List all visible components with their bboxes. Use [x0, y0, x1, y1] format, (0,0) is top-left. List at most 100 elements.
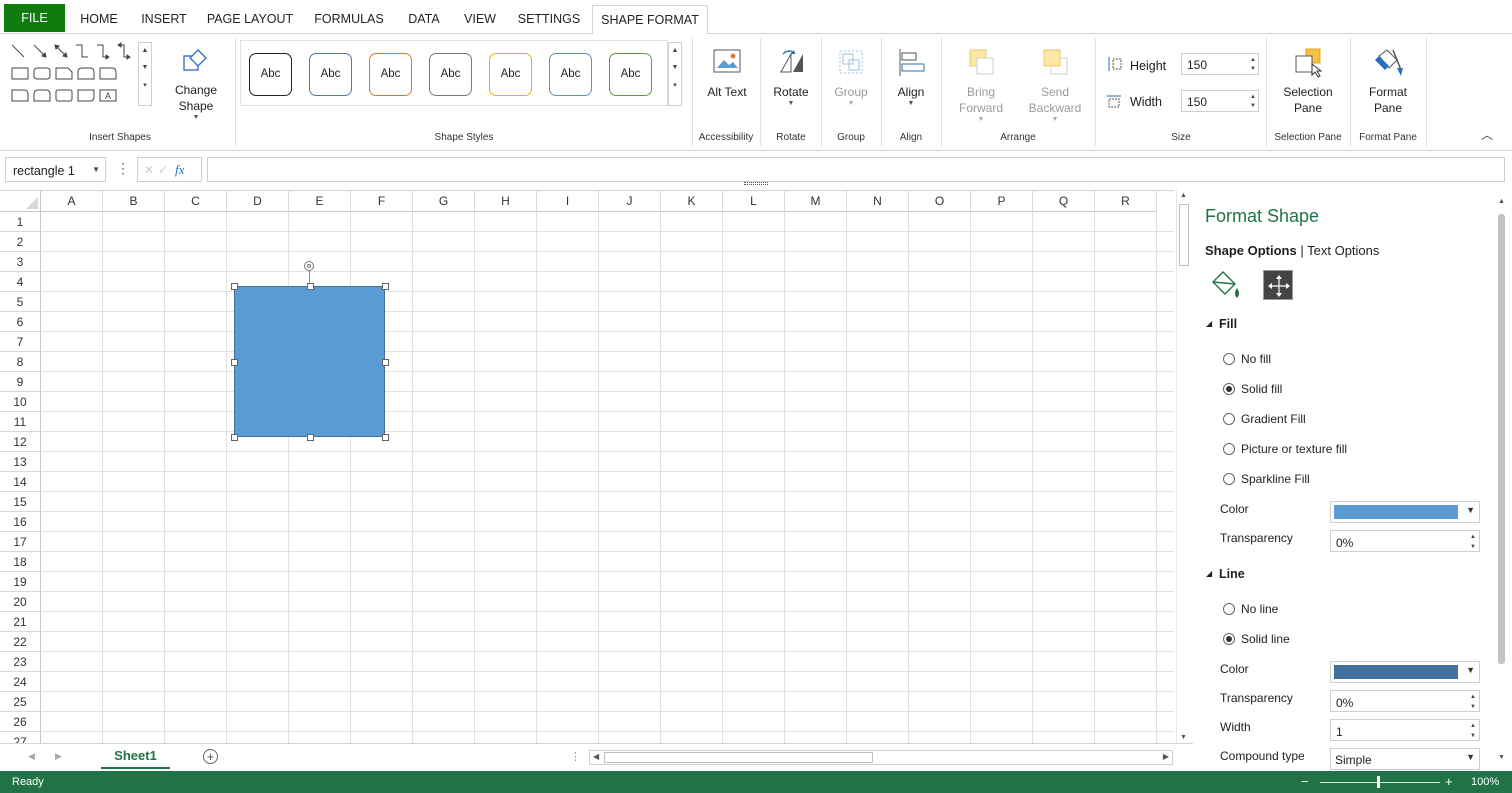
- enter-icon[interactable]: ✓: [158, 163, 168, 177]
- line-transparency-input[interactable]: 0% ▲ ▼: [1330, 690, 1480, 712]
- sheet-tab-sheet1[interactable]: Sheet1: [101, 744, 170, 769]
- no-line-radio[interactable]: [1223, 603, 1235, 615]
- spin-down-icon[interactable]: ▼: [1250, 102, 1256, 110]
- resize-handle[interactable]: [306, 434, 314, 441]
- tab-shape-format[interactable]: SHAPE FORMAT: [592, 5, 708, 35]
- spin-down-icon[interactable]: ▼: [1470, 543, 1476, 551]
- more-options-icon[interactable]: ⋮: [116, 160, 130, 176]
- fill-transparency-input[interactable]: 0% ▲ ▼: [1330, 530, 1480, 552]
- chevron-down-icon[interactable]: ▼: [1466, 505, 1475, 515]
- resize-handle[interactable]: [382, 283, 389, 290]
- horizontal-scrollbar[interactable]: ◀ ▶: [589, 750, 1173, 765]
- column-header[interactable]: I: [537, 191, 599, 212]
- row-header[interactable]: 23: [0, 652, 41, 672]
- zoom-slider-thumb[interactable]: [1377, 776, 1380, 788]
- resize-handle[interactable]: [231, 283, 238, 290]
- resize-handle[interactable]: [231, 434, 238, 441]
- gallery-down-icon[interactable]: ▼: [669, 64, 681, 71]
- row-header[interactable]: 14: [0, 472, 41, 492]
- add-sheet-icon[interactable]: +: [203, 749, 218, 764]
- row-header[interactable]: 19: [0, 572, 41, 592]
- formula-input[interactable]: [207, 157, 1505, 182]
- row-header[interactable]: 11: [0, 412, 41, 432]
- column-header[interactable]: R: [1095, 191, 1157, 212]
- spin-up-icon[interactable]: ▲: [1250, 93, 1256, 101]
- row-header[interactable]: 8: [0, 352, 41, 372]
- tab-page-layout[interactable]: PAGE LAYOUT: [200, 5, 300, 34]
- collapse-triangle-icon[interactable]: ◢: [1206, 569, 1212, 578]
- row-header[interactable]: 17: [0, 532, 41, 552]
- size-properties-icon[interactable]: [1263, 270, 1293, 300]
- spin-up-icon[interactable]: ▲: [1250, 56, 1256, 64]
- column-header[interactable]: Q: [1033, 191, 1095, 212]
- scroll-left-icon[interactable]: ◀: [593, 752, 599, 761]
- tab-insert[interactable]: INSERT: [134, 5, 194, 34]
- line-section-header[interactable]: Line: [1219, 567, 1245, 581]
- pane-scrollbar[interactable]: ▲ ▼: [1496, 196, 1508, 766]
- cancel-icon[interactable]: ✕: [144, 163, 154, 177]
- column-header[interactable]: L: [723, 191, 785, 212]
- resize-handle[interactable]: [231, 358, 238, 366]
- row-header[interactable]: 10: [0, 392, 41, 412]
- zoom-slider[interactable]: [1320, 782, 1440, 783]
- format-pane-button[interactable]: Format Pane: [1358, 46, 1418, 116]
- row-header[interactable]: 7: [0, 332, 41, 352]
- shapes-gallery[interactable]: A: [8, 42, 140, 108]
- spin-up-icon[interactable]: ▲: [1470, 533, 1476, 541]
- tab-view[interactable]: VIEW: [456, 5, 504, 34]
- row-header[interactable]: 22: [0, 632, 41, 652]
- chevron-down-icon[interactable]: ▼: [1466, 665, 1475, 675]
- resize-handle[interactable]: [382, 434, 389, 441]
- scroll-up-icon[interactable]: ▲: [1180, 192, 1187, 199]
- column-header[interactable]: A: [41, 191, 103, 212]
- chevron-down-icon[interactable]: ▼: [92, 165, 100, 174]
- spin-up-icon[interactable]: ▲: [1470, 693, 1476, 701]
- row-header[interactable]: 21: [0, 612, 41, 632]
- column-header[interactable]: D: [227, 191, 289, 212]
- gallery-more-icon[interactable]: ▾: [139, 81, 151, 89]
- row-header[interactable]: 6: [0, 312, 41, 332]
- gallery-down-icon[interactable]: ▼: [139, 64, 151, 71]
- solid-line-radio[interactable]: [1223, 633, 1235, 645]
- column-header[interactable]: N: [847, 191, 909, 212]
- tab-data[interactable]: DATA: [398, 5, 450, 34]
- tab-home[interactable]: HOME: [70, 5, 128, 34]
- height-input[interactable]: 150 ▲ ▼: [1181, 53, 1259, 75]
- chevron-down-icon[interactable]: ▼: [1466, 752, 1475, 762]
- next-sheet-icon[interactable]: ▶: [55, 751, 62, 762]
- solid-fill-radio[interactable]: [1223, 383, 1235, 395]
- row-header[interactable]: 16: [0, 512, 41, 532]
- function-icon[interactable]: fx: [175, 162, 184, 178]
- tab-formulas[interactable]: FORMULAS: [306, 5, 392, 34]
- scroll-down-icon[interactable]: ▼: [1180, 734, 1187, 741]
- line-color-picker[interactable]: ▼: [1330, 661, 1480, 683]
- collapse-ribbon-icon[interactable]: ︿: [1481, 126, 1493, 143]
- sparkline-fill-radio[interactable]: [1223, 473, 1235, 485]
- scroll-up-icon[interactable]: ▲: [1498, 198, 1505, 205]
- fill-color-picker[interactable]: ▼: [1330, 501, 1480, 523]
- tab-file[interactable]: FILE: [4, 4, 65, 32]
- width-input[interactable]: 150 ▲ ▼: [1181, 90, 1259, 112]
- select-all-corner[interactable]: [0, 191, 41, 212]
- h-scrollbar-thumb[interactable]: [604, 752, 873, 763]
- column-header[interactable]: G: [413, 191, 475, 212]
- shape-style-2[interactable]: Abc: [309, 53, 352, 96]
- spin-up-icon[interactable]: ▲: [1470, 722, 1476, 730]
- bring-forward-button[interactable]: Bring Forward ▼: [952, 46, 1010, 124]
- gallery-up-icon[interactable]: ▲: [139, 47, 151, 54]
- row-header[interactable]: 18: [0, 552, 41, 572]
- styles-gallery-scroll[interactable]: ▲ ▼ ▾: [668, 42, 682, 106]
- shape-style-7[interactable]: Abc: [609, 53, 652, 96]
- zoom-in-icon[interactable]: +: [1445, 774, 1453, 789]
- row-header[interactable]: 13: [0, 452, 41, 472]
- send-backward-button[interactable]: Send Backward ▼: [1024, 46, 1086, 124]
- row-header[interactable]: 26: [0, 712, 41, 732]
- spin-down-icon[interactable]: ▼: [1470, 703, 1476, 711]
- selection-pane-button[interactable]: Selection Pane: [1276, 46, 1340, 116]
- shapes-gallery-scroll[interactable]: ▲ ▼ ▾: [138, 42, 152, 106]
- shape-style-4[interactable]: Abc: [429, 53, 472, 96]
- zoom-out-icon[interactable]: −: [1301, 774, 1309, 789]
- gradient-fill-radio[interactable]: [1223, 413, 1235, 425]
- resize-handle[interactable]: [382, 358, 389, 366]
- collapse-triangle-icon[interactable]: ◢: [1206, 319, 1212, 328]
